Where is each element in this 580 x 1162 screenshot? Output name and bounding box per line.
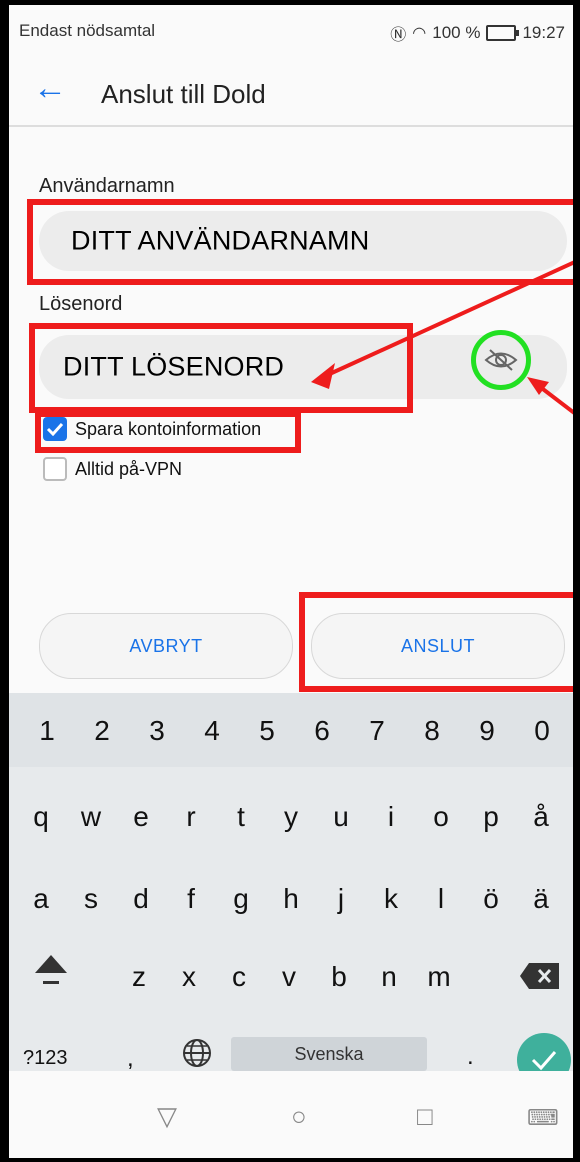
annotation-save-box [35, 411, 301, 453]
key-r[interactable]: r [171, 801, 211, 833]
key-p[interactable]: p [471, 801, 511, 833]
key-x[interactable]: x [169, 961, 209, 993]
shift-icon [35, 955, 67, 984]
shift-key[interactable] [31, 949, 71, 994]
phone-screen: Endast nödsamtal Ⓝ ◠ 100 % 19:27 ← Anslu… [6, 5, 576, 1158]
key-0[interactable]: 0 [522, 715, 562, 747]
backspace-key[interactable] [519, 961, 561, 996]
keyboard: 1 2 3 4 5 6 7 8 9 0 q w e r t y u i o p … [9, 693, 573, 1074]
back-nav-icon[interactable]: ▽ [157, 1101, 177, 1132]
language-key[interactable] [181, 1037, 213, 1074]
key-9[interactable]: 9 [467, 715, 507, 747]
period-key[interactable]: . [467, 1043, 474, 1071]
key-k[interactable]: k [371, 883, 411, 915]
key-a-umlaut[interactable]: ä [521, 883, 561, 915]
key-m[interactable]: m [419, 961, 459, 993]
symbols-key[interactable]: ?123 [23, 1047, 68, 1070]
key-a-ring[interactable]: å [521, 801, 561, 833]
key-w[interactable]: w [71, 801, 111, 833]
key-y[interactable]: y [271, 801, 311, 833]
space-bar[interactable]: Svenska [231, 1037, 427, 1071]
key-3[interactable]: 3 [137, 715, 177, 747]
key-i[interactable]: i [371, 801, 411, 833]
key-6[interactable]: 6 [302, 715, 342, 747]
number-row: 1 2 3 4 5 6 7 8 9 0 [9, 693, 573, 767]
key-v[interactable]: v [269, 961, 309, 993]
key-h[interactable]: h [271, 883, 311, 915]
always-on-vpn-option[interactable]: Alltid på-VPN [43, 457, 182, 481]
always-on-vpn-checkbox[interactable] [43, 457, 67, 481]
keyboard-switch-icon[interactable]: ⌨ [527, 1105, 559, 1131]
recents-nav-icon[interactable]: □ [417, 1101, 433, 1132]
key-q[interactable]: q [21, 801, 61, 833]
key-8[interactable]: 8 [412, 715, 452, 747]
key-g[interactable]: g [221, 883, 261, 915]
backspace-icon [520, 963, 559, 989]
always-on-vpn-label: Alltid på-VPN [75, 458, 183, 479]
key-b[interactable]: b [319, 961, 359, 993]
key-f[interactable]: f [171, 883, 211, 915]
comma-key[interactable]: , [127, 1045, 134, 1073]
key-l[interactable]: l [421, 883, 461, 915]
key-o-umlaut[interactable]: ö [471, 883, 511, 915]
key-2[interactable]: 2 [82, 715, 122, 747]
key-7[interactable]: 7 [357, 715, 397, 747]
key-e[interactable]: e [121, 801, 161, 833]
key-5[interactable]: 5 [247, 715, 287, 747]
home-nav-icon[interactable]: ○ [291, 1101, 307, 1132]
key-c[interactable]: c [219, 961, 259, 993]
key-4[interactable]: 4 [192, 715, 232, 747]
checkmark-icon [531, 1051, 557, 1071]
key-s[interactable]: s [71, 883, 111, 915]
key-a[interactable]: a [21, 883, 61, 915]
key-d[interactable]: d [121, 883, 161, 915]
key-z[interactable]: z [119, 961, 159, 993]
annotation-connect-box [299, 592, 573, 692]
globe-icon [183, 1039, 211, 1067]
navigation-bar: ▽ ○ □ ⌨ [9, 1071, 573, 1158]
key-j[interactable]: j [321, 883, 361, 915]
key-o[interactable]: o [421, 801, 461, 833]
key-n[interactable]: n [369, 961, 409, 993]
key-u[interactable]: u [321, 801, 361, 833]
cancel-button[interactable]: AVBRYT [39, 613, 293, 679]
key-t[interactable]: t [221, 801, 261, 833]
key-1[interactable]: 1 [27, 715, 67, 747]
